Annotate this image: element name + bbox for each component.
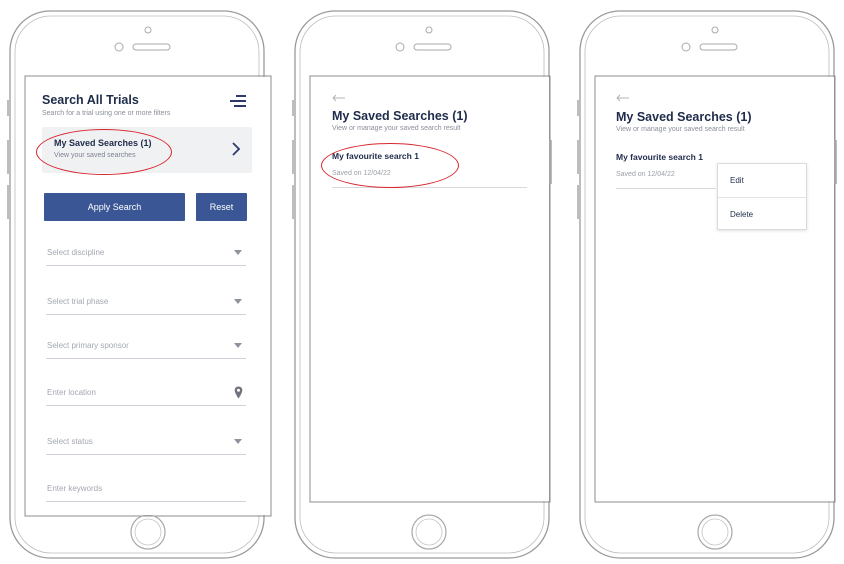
divider [616,188,716,189]
chevron-down-icon [234,250,242,255]
chevron-down-icon [234,439,242,444]
reset-button[interactable]: Reset [196,193,247,221]
primary-sponsor-select[interactable]: Select primary sponsor [46,337,246,359]
keywords-placeholder: Enter keywords [47,484,103,493]
apply-search-button[interactable]: Apply Search [44,193,185,221]
saved-search-date: Saved on 12/04/22 [616,171,675,178]
search-screen: Search All Trials Search for a trial usi… [26,77,270,515]
page-title: My Saved Searches (1) [616,110,752,124]
phone-mockup-search: Search All Trials Search for a trial usi… [2,10,272,560]
chevron-down-icon [234,343,242,348]
saved-search-name[interactable]: My favourite search 1 [616,152,703,162]
phone-mockup-saved-search-menu: My Saved Searches (1) View or manage you… [572,10,842,560]
status-select[interactable]: Select status [46,433,246,455]
back-arrow-icon[interactable] [332,94,346,102]
edit-menu-item[interactable]: Edit [718,164,806,197]
location-input[interactable]: Enter location [46,384,246,406]
phone-mockup-saved-searches: My Saved Searches (1) View or manage you… [287,10,557,560]
discipline-placeholder: Select discipline [47,248,105,257]
chevron-right-icon [232,142,241,156]
highlight-oval [321,143,459,188]
delete-menu-item[interactable]: Delete [718,197,806,230]
location-pin-icon [234,386,243,399]
primary-sponsor-placeholder: Select primary sponsor [47,341,129,350]
divider [332,187,527,188]
trial-phase-select[interactable]: Select trial phase [46,293,246,315]
page-title: My Saved Searches (1) [332,109,468,123]
highlight-oval [36,129,172,175]
context-menu: Edit Delete [717,163,807,230]
page-subtitle: View or manage your saved search result [616,126,745,133]
saved-searches-screen: My Saved Searches (1) View or manage you… [311,77,549,501]
chevron-down-icon [234,299,242,304]
page-subtitle: Search for a trial using one or more fil… [42,110,171,117]
back-arrow-icon[interactable] [616,94,630,102]
menu-icon[interactable] [230,95,246,107]
keywords-input[interactable]: Enter keywords [46,480,246,502]
location-placeholder: Enter location [47,388,96,397]
trial-phase-placeholder: Select trial phase [47,297,109,306]
status-placeholder: Select status [47,437,93,446]
page-title: Search All Trials [42,93,139,107]
discipline-select[interactable]: Select discipline [46,244,246,266]
saved-search-options-screen: My Saved Searches (1) View or manage you… [596,77,834,501]
page-subtitle: View or manage your saved search result [332,125,461,132]
